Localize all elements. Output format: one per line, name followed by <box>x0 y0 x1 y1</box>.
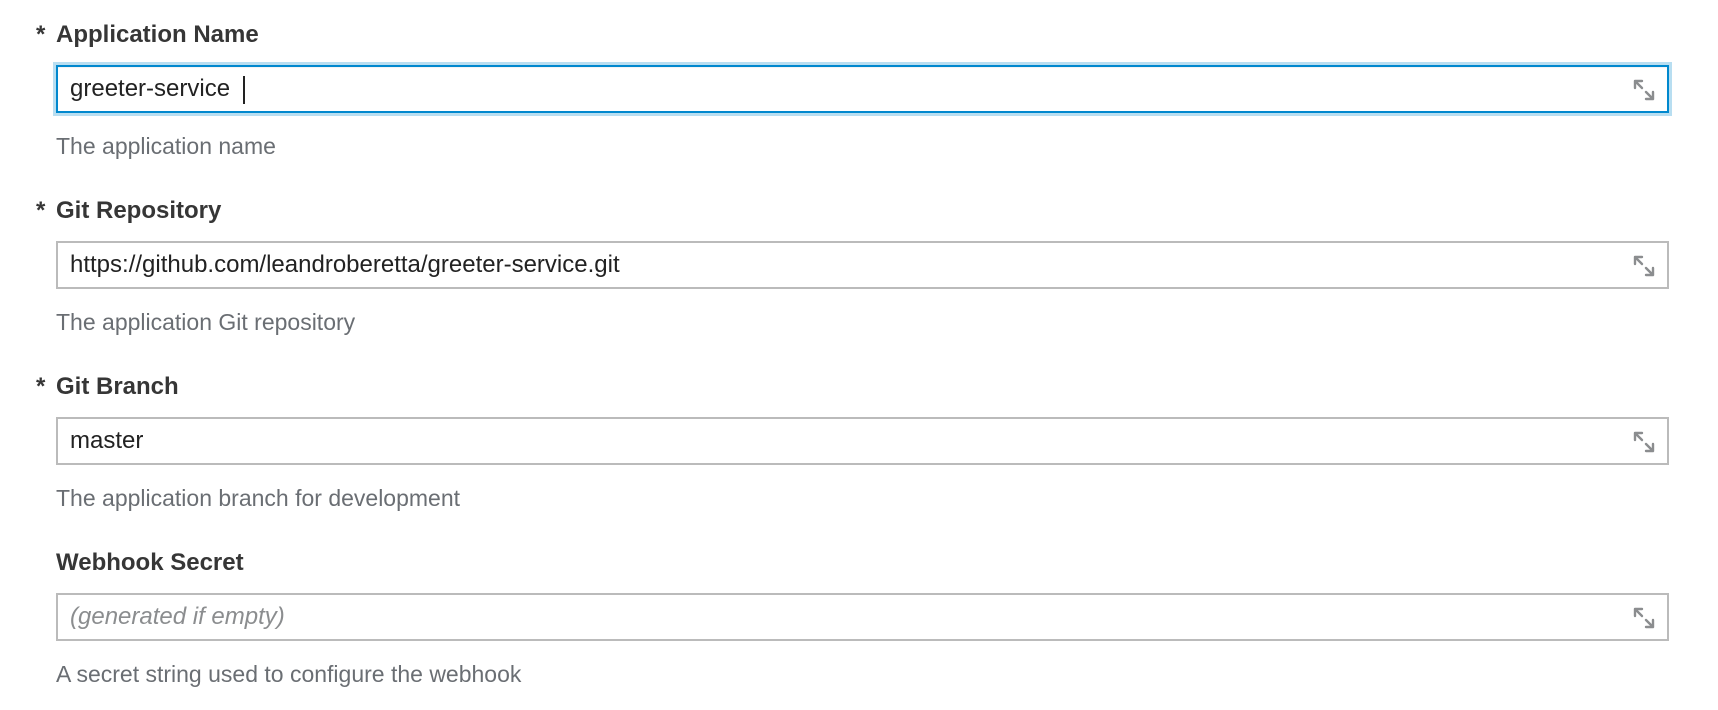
webhook-secret-help: A secret string used to configure the we… <box>56 661 522 687</box>
git-repository-input-wrapper <box>56 241 1669 289</box>
field-label-row: * Application Name <box>36 18 259 52</box>
webhook-secret-input-wrapper <box>56 593 1669 641</box>
git-repository-help: The application Git repository <box>56 309 356 335</box>
required-marker: * <box>36 373 46 400</box>
field-label-row: * Git Branch <box>36 370 179 404</box>
field-git-branch: * Git Branch The application branch for … <box>0 370 1718 511</box>
expand-icon[interactable] <box>1633 607 1655 629</box>
text-caret <box>243 76 245 104</box>
webhook-secret-label: Webhook Secret <box>56 549 244 576</box>
field-webhook-secret: Webhook Secret A secret string used to c… <box>0 546 1718 687</box>
field-label-row: * Git Repository <box>36 194 221 228</box>
expand-icon[interactable] <box>1633 255 1655 277</box>
git-repository-input[interactable] <box>58 243 1618 287</box>
git-repository-label: Git Repository <box>56 197 222 224</box>
application-name-input-wrapper <box>56 65 1669 113</box>
application-name-help: The application name <box>56 133 276 159</box>
application-name-label: Application Name <box>56 21 259 48</box>
git-branch-input[interactable] <box>58 419 1618 463</box>
required-marker: * <box>36 21 46 48</box>
field-application-name: * Application Name The application name <box>0 18 1718 159</box>
expand-icon[interactable] <box>1633 431 1655 453</box>
required-marker: * <box>36 197 46 224</box>
git-branch-label: Git Branch <box>56 373 179 400</box>
git-branch-help: The application branch for development <box>56 485 461 511</box>
field-git-repository: * Git Repository The application Git rep… <box>0 194 1718 335</box>
git-branch-input-wrapper <box>56 417 1669 465</box>
expand-icon[interactable] <box>1633 79 1655 101</box>
webhook-secret-input[interactable] <box>58 595 1618 639</box>
field-label-row: Webhook Secret <box>36 546 244 580</box>
application-name-input[interactable] <box>58 67 1618 111</box>
